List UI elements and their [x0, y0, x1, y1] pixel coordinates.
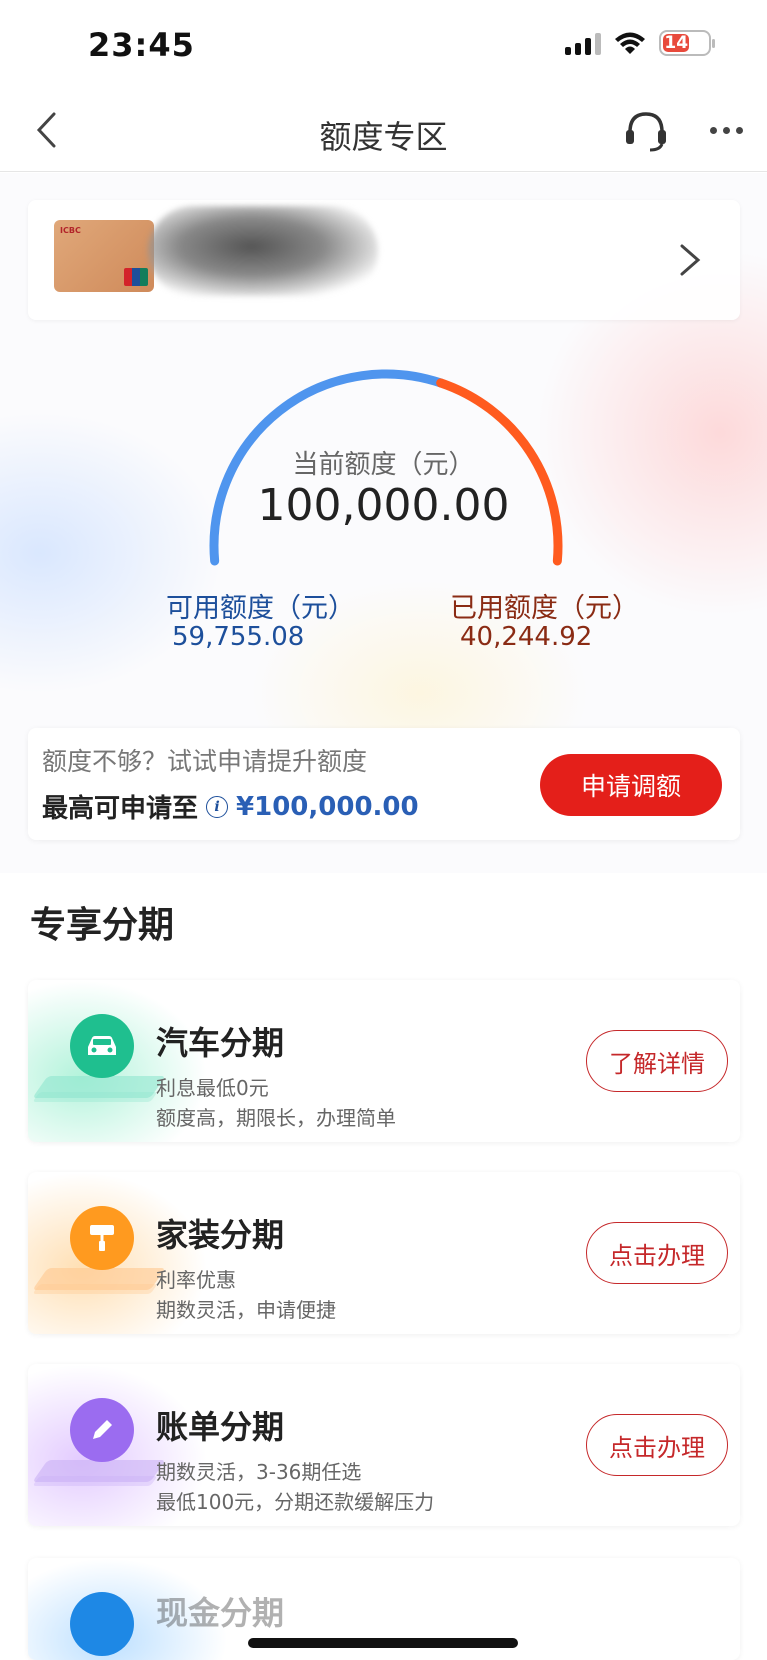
available-limit-value: 59,755.08	[172, 622, 305, 652]
more-dot	[709, 126, 717, 134]
increase-hint: 额度不够？试试申请提升额度	[42, 747, 368, 776]
plan-card-bill[interactable]: 账单分期 期数灵活，3-36期任选 最低100元，分期还款缓解压力 点击办理	[28, 1364, 740, 1526]
plan-description: 额度高，期限长，办理简单	[156, 1106, 396, 1130]
signal-icon	[565, 31, 601, 55]
cash-icon	[70, 1592, 134, 1656]
used-limit-value: 40,244.92	[460, 622, 593, 652]
status-time: 23:45	[88, 26, 195, 64]
plan-description: 最低100元，分期还款缓解压力	[156, 1490, 435, 1514]
plan-subtitle: 利息最低0元	[156, 1076, 269, 1100]
max-apply-row: 最高可申请至 i ¥100,000.00	[42, 788, 419, 825]
battery-icon: 14	[659, 30, 715, 56]
status-bar: 23:45 14	[0, 0, 767, 90]
more-dot	[722, 126, 730, 134]
more-button[interactable]	[700, 104, 752, 156]
plan-description: 期数灵活，申请便捷	[156, 1298, 336, 1322]
used-limit-label: 已用额度（元）	[450, 593, 639, 624]
section-title: 专享分期	[30, 905, 175, 946]
redacted-card-info	[148, 206, 378, 296]
paint-roller-icon	[70, 1206, 134, 1270]
plan-card-car[interactable]: 汽车分期 利息最低0元 额度高，期限长，办理简单 了解详情	[28, 980, 740, 1142]
card-selector[interactable]: ICBC	[28, 200, 740, 320]
apply-now-button[interactable]: 点击办理	[586, 1222, 728, 1284]
plan-pedestal	[32, 1476, 158, 1486]
bank-logo: ICBC	[60, 226, 81, 235]
apply-now-button[interactable]: 点击办理	[586, 1414, 728, 1476]
plan-title: 家装分期	[156, 1216, 285, 1254]
learn-more-button[interactable]: 了解详情	[586, 1030, 728, 1092]
max-apply-label: 最高可申请至	[42, 794, 199, 824]
plan-card-home[interactable]: 家装分期 利率优惠 期数灵活，申请便捷 点击办理	[28, 1172, 740, 1334]
nav-bar: 额度专区	[0, 90, 767, 172]
info-icon[interactable]: i	[206, 795, 229, 818]
max-apply-amount: ¥100,000.00	[236, 791, 419, 822]
car-icon	[70, 1014, 134, 1078]
customer-service-button[interactable]	[620, 104, 672, 156]
plan-title: 账单分期	[156, 1408, 285, 1446]
plan-subtitle: 利率优惠	[156, 1268, 236, 1292]
home-indicator	[248, 1638, 518, 1648]
wifi-icon	[615, 32, 645, 54]
plan-pedestal	[32, 1092, 158, 1102]
chevron-right-icon	[680, 244, 701, 276]
pencil-icon	[70, 1398, 134, 1462]
plan-subtitle: 期数灵活，3-36期任选	[156, 1460, 362, 1484]
current-limit-value: 100,000.00	[257, 480, 510, 531]
limit-increase-panel: 额度不够？试试申请提升额度 最高可申请至 i ¥100,000.00 申请调额	[28, 728, 740, 840]
bank-card-image: ICBC	[54, 220, 154, 292]
current-limit-label: 当前额度（元）	[292, 450, 475, 480]
plan-title: 汽车分期	[156, 1024, 285, 1062]
battery-level: 14	[663, 33, 690, 53]
plan-title: 现金分期	[156, 1594, 285, 1632]
headset-icon	[626, 112, 666, 152]
apply-adjust-button[interactable]: 申请调额	[540, 754, 722, 816]
available-limit-label: 可用额度（元）	[166, 593, 355, 624]
more-dot	[735, 126, 743, 134]
unionpay-logo	[124, 268, 148, 286]
plan-pedestal	[32, 1284, 158, 1294]
status-icons: 14	[565, 30, 715, 56]
